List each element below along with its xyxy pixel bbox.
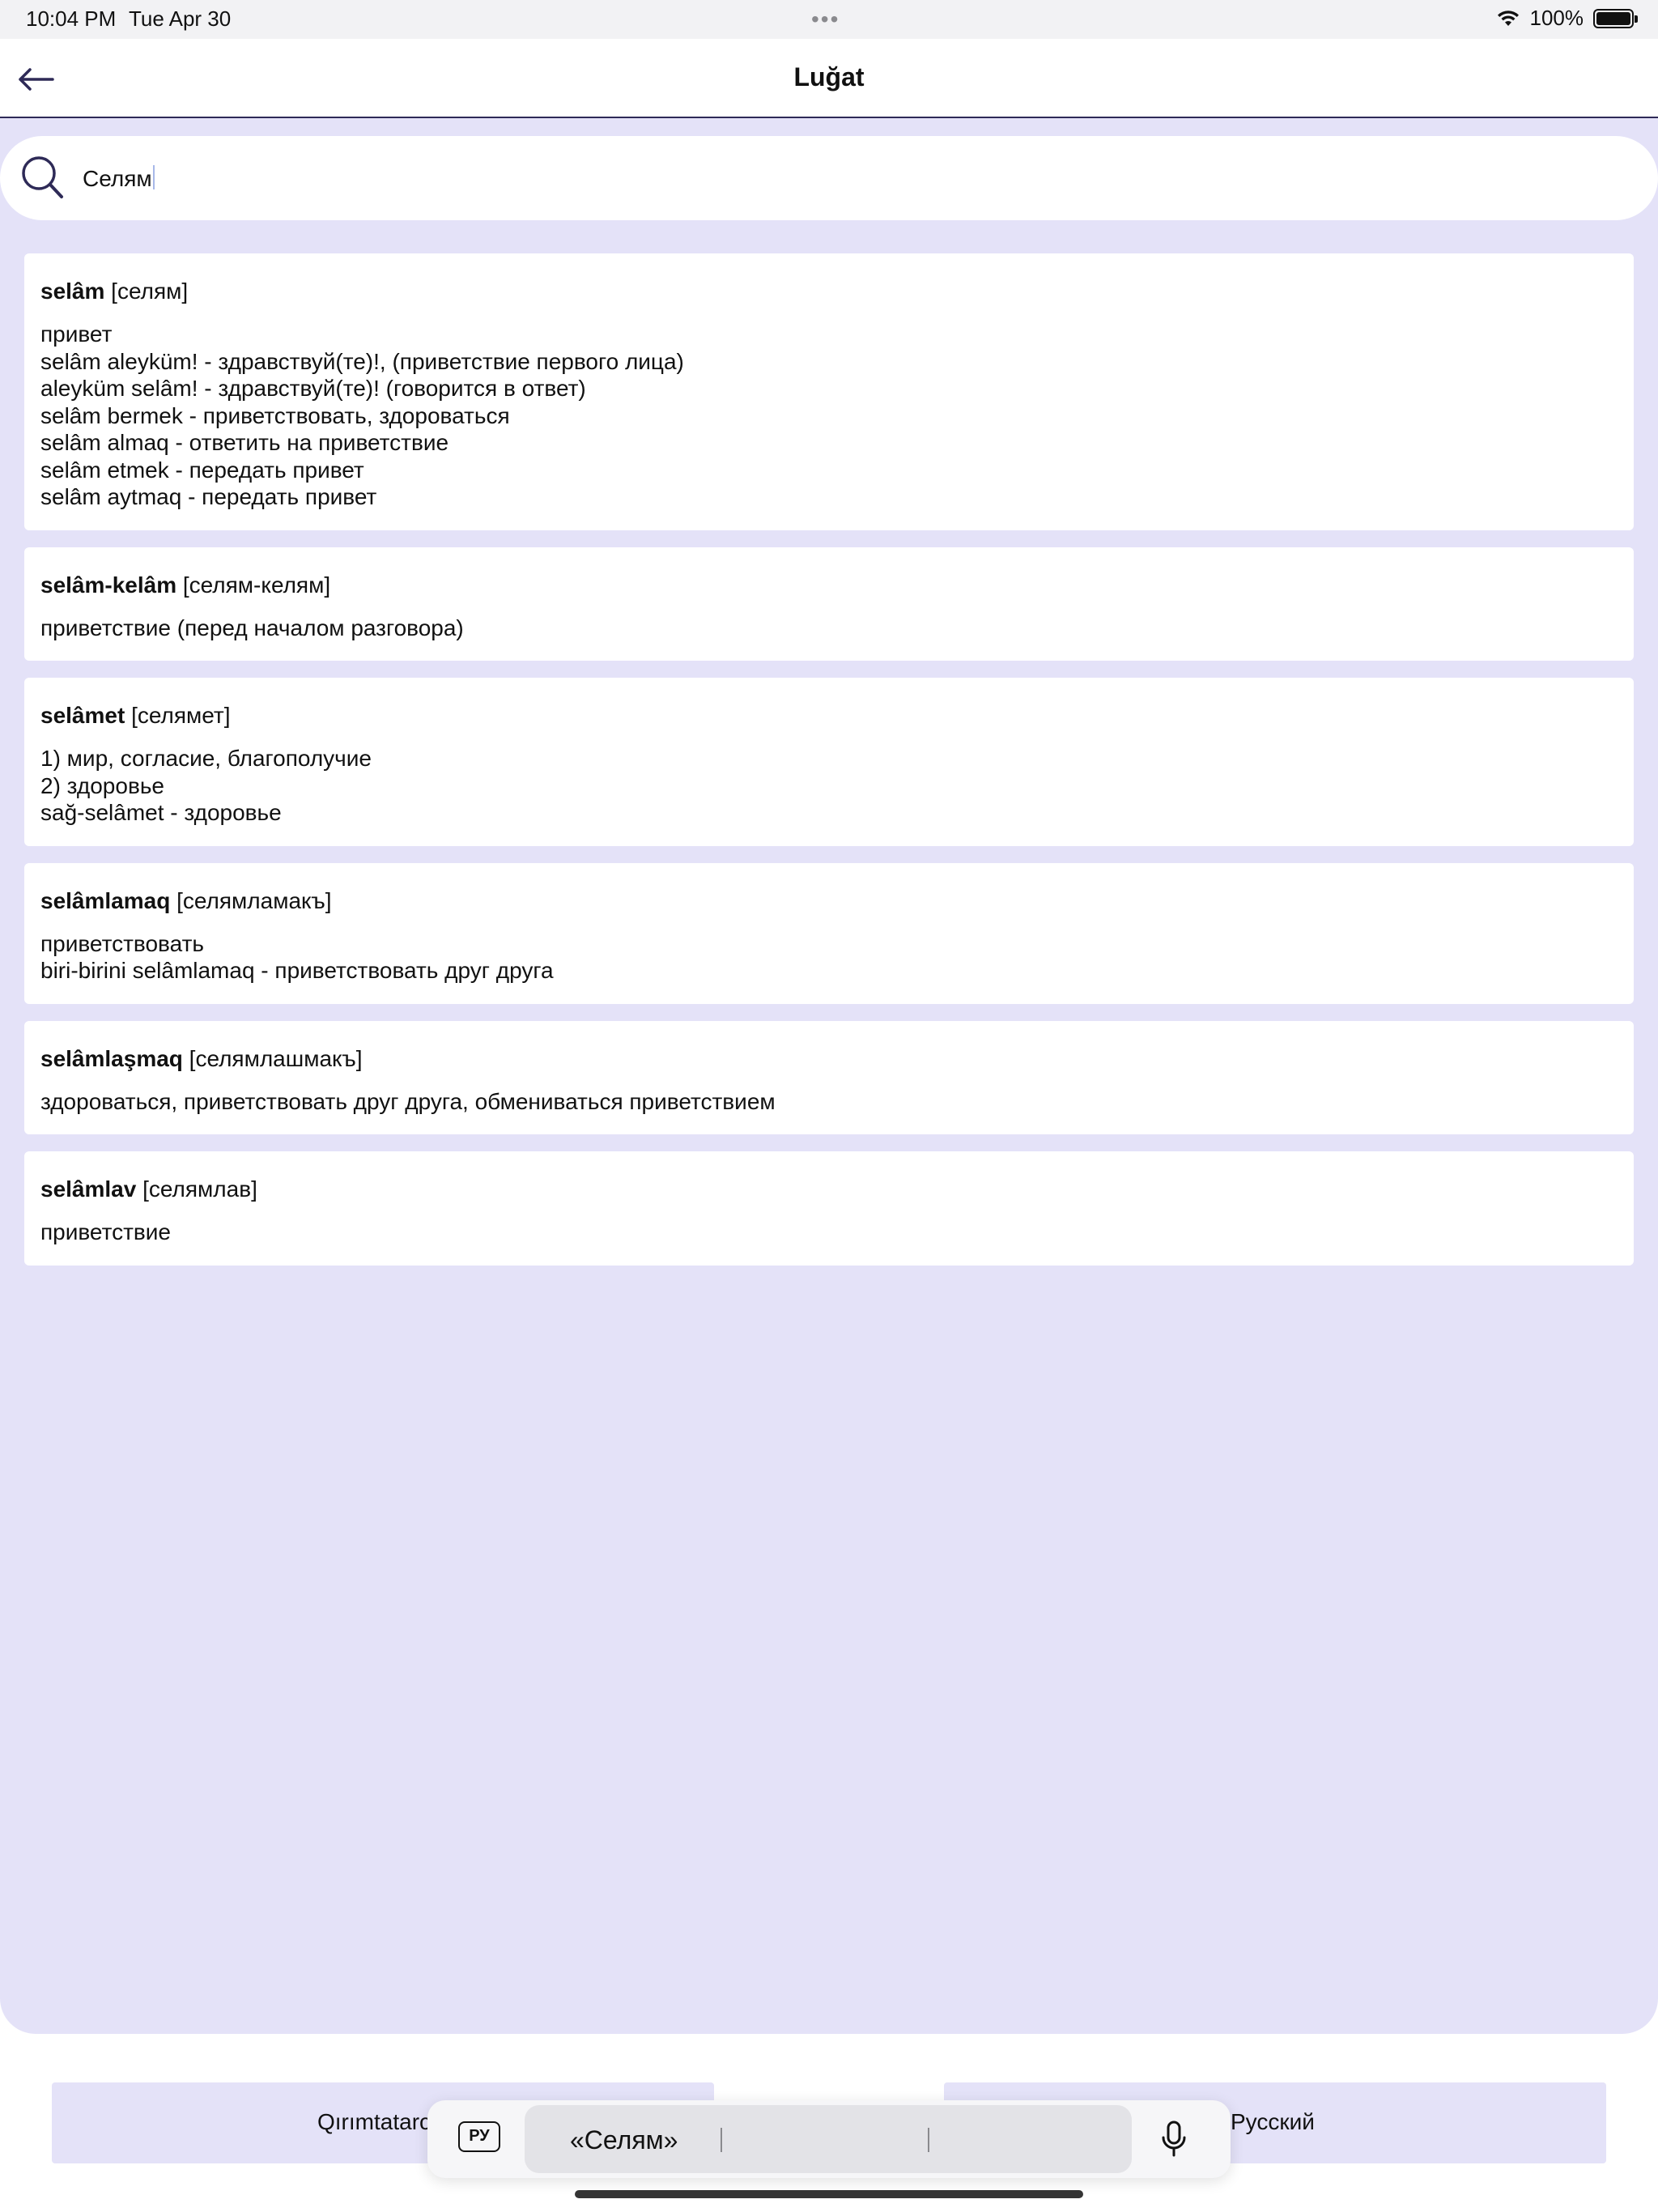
suggestion-box: «Селям» [525, 2105, 1132, 2173]
dictionary-entry[interactable]: selâm [селям] привет selâm aleyküm! - здра… [24, 253, 1634, 530]
dictionary-entry[interactable]: selâmet [селямет] 1) мир, согласие, благо… [24, 678, 1634, 846]
entry-definition-line: selâm aytmaq - передать привет [40, 484, 377, 509]
tab-crimean-tatar-label: Qırımtatarc [317, 2109, 432, 2134]
entry-transliteration: [селямет] [125, 703, 231, 728]
dictionary-entry[interactable]: selâmlaşmaq [селямлашмакъ] здороваться, п… [24, 1020, 1634, 1134]
text-cursor [152, 165, 155, 189]
entry-transliteration: [селям-келям] [176, 572, 331, 598]
entry-definition-line: selâm etmek - передать привет [40, 457, 364, 483]
battery-percent: 100% [1529, 6, 1584, 30]
entry-transliteration: [селямлашмакъ] [182, 1045, 363, 1071]
search-icon [22, 156, 63, 198]
entry-word: selâmet [40, 703, 125, 728]
dictionary-entry[interactable]: selâm-kelâm [селям-келям] приветствие (пе… [24, 547, 1634, 661]
entry-definition-line: приветствовать [40, 930, 204, 956]
suggestion-1[interactable]: «Селям» [570, 2125, 678, 2155]
page-title: Luğat [793, 62, 865, 91]
tab-russian-label: Русский [1231, 2109, 1315, 2134]
entry-definition-line: приветствие (перед началом разговора) [40, 615, 464, 640]
microphone-icon[interactable] [1159, 2120, 1188, 2159]
dictionary-entry[interactable]: selâmlamaq [селямламакъ] приветствовать bi… [24, 862, 1634, 1004]
entry-definition-line: selâm aleyküm! - здравствуй(те)!, (приве… [40, 348, 684, 374]
entry-heading: selâm-kelâm [селям-келям] [40, 572, 1618, 599]
entry-transliteration: [селям] [104, 279, 189, 304]
search-input-value: Селям [83, 166, 152, 191]
suggestion-divider [928, 2128, 929, 2152]
entry-word: selâmlamaq [40, 887, 171, 913]
entry-transliteration: [селямлав] [136, 1176, 257, 1202]
status-time: 10:04 PM [26, 6, 117, 31]
keyboard-suggestion-bar: РУ «Селям» [427, 2100, 1231, 2178]
entry-heading: selâmet [селямет] [40, 702, 1618, 730]
dictionary-entry[interactable]: selâmlav [селямлав] приветствие [24, 1151, 1634, 1266]
search-input[interactable]: Селям [83, 165, 155, 192]
entry-definition-line: sağ-selâmet - здоровье [40, 800, 282, 825]
entry-definition-line: 2) здоровье [40, 772, 164, 798]
entry-definition-line: aleyküm selâm! - здравствуй(те)! (говори… [40, 376, 586, 401]
entry-definition-line: здороваться, приветствовать друг друга, … [40, 1088, 776, 1114]
entry-word: selâmlav [40, 1176, 137, 1202]
status-date: Tue Apr 30 [129, 6, 232, 31]
entry-definition-line: приветствие [40, 1219, 171, 1244]
battery-full-icon [1593, 8, 1638, 28]
wifi-icon [1497, 10, 1519, 26]
keyboard-language-key[interactable]: РУ [458, 2121, 500, 2152]
search-bar[interactable]: Селям [0, 136, 1658, 220]
home-indicator[interactable] [575, 2190, 1083, 2198]
entry-definition-line: 1) мир, согласие, благополучие [40, 746, 372, 771]
status-bar: 10:04 PM Tue Apr 30 ••• 100% [0, 0, 1658, 39]
navigation-bar: Luğat [0, 39, 1658, 118]
entry-heading: selâmlav [селямлав] [40, 1176, 1618, 1203]
entry-definition-line: selâm bermek - приветствовать, здоровать… [40, 402, 510, 428]
results-list: selâm [селям] привет selâm aleyküm! - здра… [24, 253, 1634, 1283]
entry-heading: selâm [селям] [40, 278, 1618, 305]
status-indicators: 100% [1496, 6, 1638, 31]
entry-word: selâmlaşmaq [40, 1045, 183, 1071]
suggestion-divider [721, 2128, 722, 2152]
entry-heading: selâmlaşmaq [селямлашмакъ] [40, 1045, 1618, 1073]
entry-heading: selâmlamaq [селямламакъ] [40, 887, 1618, 915]
entry-word: selâm [40, 279, 105, 304]
multitasking-dots-icon[interactable]: ••• [811, 6, 840, 32]
entry-transliteration: [селямламакъ] [170, 887, 332, 913]
entry-definition-line: selâm almaq - ответить на приветствие [40, 430, 449, 455]
entry-definition-line: biri-birini selâmlamaq - приветствовать … [40, 958, 554, 983]
entry-definition-line: привет [40, 321, 113, 347]
entry-word: selâm-kelâm [40, 572, 177, 598]
